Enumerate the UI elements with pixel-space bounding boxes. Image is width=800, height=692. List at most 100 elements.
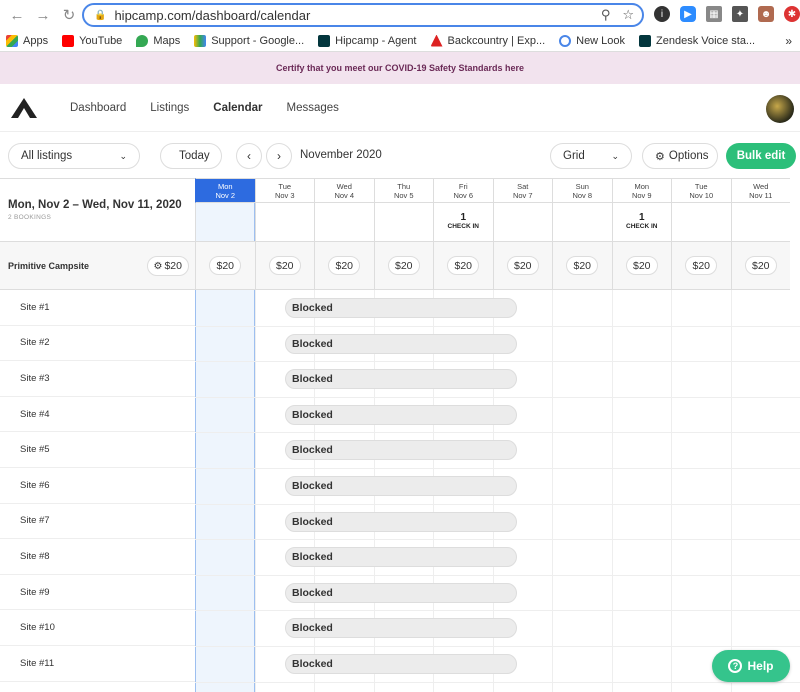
- day-price[interactable]: $20: [685, 256, 718, 275]
- zoom-extension-icon[interactable]: ▶: [680, 6, 696, 22]
- blocked-bar[interactable]: Blocked: [285, 369, 517, 390]
- blocked-bar[interactable]: Blocked: [285, 440, 517, 461]
- day-price[interactable]: $20: [328, 256, 361, 275]
- day-price-cell: $20: [492, 242, 552, 290]
- chevron-down-icon: ⌄: [611, 150, 619, 161]
- blocked-bar[interactable]: Blocked: [285, 333, 517, 354]
- day-price[interactable]: $20: [625, 256, 658, 275]
- bookmark-label: Apps: [23, 34, 49, 47]
- covid-banner[interactable]: Certify that you meet our COVID-19 Safet…: [0, 52, 800, 84]
- blocked-bar[interactable]: Blocked: [285, 547, 517, 568]
- day-summary-cell[interactable]: [314, 203, 374, 242]
- hipcamp-logo-icon[interactable]: [10, 96, 38, 120]
- next-week-button[interactable]: ›: [266, 143, 292, 169]
- bookmark-youtube[interactable]: YouTube: [62, 34, 122, 47]
- nav-listings[interactable]: Listings: [150, 102, 189, 114]
- day-date: Nov 3: [274, 191, 295, 200]
- day-of-week: Sun: [575, 182, 589, 191]
- date-range-header: Mon, Nov 2 – Wed, Nov 11, 2020 2 BOOKING…: [0, 178, 195, 242]
- day-price[interactable]: $20: [209, 256, 242, 275]
- blocked-bar[interactable]: Blocked: [285, 582, 517, 603]
- bookmark-zendesk-voice[interactable]: Zendesk Voice sta...: [639, 34, 756, 47]
- day-header: Tue Nov 3: [254, 178, 314, 203]
- day-summary-cell[interactable]: [730, 203, 790, 242]
- site-row-label: Site #7: [0, 504, 195, 540]
- info-extension-icon[interactable]: i: [654, 6, 670, 22]
- day-of-week: Tue: [278, 182, 292, 191]
- day-date: Nov 11: [749, 191, 773, 200]
- chevron-down-icon: ⌄: [119, 150, 127, 161]
- bookmark-backcountry[interactable]: Backcountry | Exp...: [430, 34, 545, 47]
- blocked-bar[interactable]: Blocked: [285, 618, 517, 639]
- bookmark-label: Support - Google...: [211, 34, 305, 47]
- campsite-price-button[interactable]: ⚙ $20: [146, 256, 189, 276]
- user-avatar[interactable]: [766, 95, 794, 123]
- campsite-row: Primitive Campsite ⚙ $20: [0, 242, 195, 290]
- bulk-edit-button[interactable]: Bulk edit: [726, 143, 796, 169]
- view-select[interactable]: Grid ⌄: [550, 143, 632, 169]
- zoom-icon[interactable]: ⚲: [601, 7, 611, 23]
- grid-extension-icon[interactable]: ▦: [706, 6, 722, 22]
- maps-icon: [136, 34, 149, 47]
- address-bar[interactable]: 🔒 hipcamp.com/dashboard/calendar ⚲ ☆: [82, 3, 644, 27]
- blocked-bar[interactable]: Blocked: [285, 298, 517, 318]
- day-date: Nov 10: [689, 191, 714, 200]
- campsite-base-price: $20: [164, 260, 182, 272]
- drive-icon: [194, 34, 207, 47]
- zendesk-icon: [639, 34, 652, 47]
- site-column: Mon, Nov 2 – Wed, Nov 11, 2020 2 BOOKING…: [0, 178, 195, 682]
- bookmark-apps[interactable]: Apps: [6, 34, 49, 47]
- profile-avatar-icon[interactable]: ☻: [758, 6, 774, 22]
- prev-week-button[interactable]: ‹: [236, 143, 262, 169]
- bookmark-maps[interactable]: Maps: [136, 34, 180, 47]
- day-price[interactable]: $20: [447, 256, 480, 275]
- bookmark-label: Zendesk Voice sta...: [656, 34, 756, 47]
- bookings-count: 2 BOOKINGS: [8, 214, 52, 221]
- backcountry-icon: [430, 34, 443, 47]
- options-button[interactable]: ⚙ Options: [642, 143, 718, 169]
- lock-icon: 🔒: [94, 9, 107, 21]
- day-summary-cell[interactable]: 1 CHECK IN: [433, 203, 493, 242]
- more-bookmarks-icon[interactable]: »: [785, 34, 792, 48]
- day-price[interactable]: $20: [387, 256, 420, 275]
- nav-dashboard[interactable]: Dashboard: [70, 102, 126, 114]
- zendesk-icon: [318, 34, 331, 47]
- blocked-bar[interactable]: Blocked: [285, 654, 517, 674]
- site-row-label: Site #10: [0, 610, 195, 646]
- checkin-count: 1: [460, 212, 467, 223]
- nav-calendar[interactable]: Calendar: [213, 102, 262, 114]
- listings-select[interactable]: All listings ⌄: [8, 143, 140, 169]
- today-button[interactable]: Today: [160, 143, 222, 169]
- bookmark-new-look[interactable]: New Look: [559, 34, 625, 47]
- day-of-week: Mon: [634, 182, 650, 191]
- blocked-bar[interactable]: Blocked: [285, 476, 517, 496]
- column-divider: [611, 290, 613, 692]
- day-summary-cell[interactable]: [195, 203, 255, 242]
- day-summary-cell[interactable]: [552, 203, 612, 242]
- blocked-bar[interactable]: Blocked: [285, 511, 517, 532]
- bookmark-support[interactable]: Support - Google...: [194, 34, 305, 47]
- star-icon[interactable]: ☆: [622, 7, 634, 23]
- nav-messages[interactable]: Messages: [286, 102, 338, 114]
- day-summary-cell[interactable]: [373, 203, 433, 242]
- red-extension-icon[interactable]: ✱: [784, 6, 800, 22]
- bookmark-hipcamp-agent[interactable]: Hipcamp - Agent: [318, 34, 417, 47]
- back-icon[interactable]: ←: [6, 4, 28, 26]
- day-summary-cell[interactable]: [671, 203, 731, 242]
- day-price[interactable]: $20: [268, 256, 301, 275]
- site-row-label: Site #8: [0, 539, 195, 575]
- day-price[interactable]: $20: [744, 256, 777, 275]
- day-price[interactable]: $20: [566, 256, 599, 275]
- month-label: November 2020: [300, 149, 382, 161]
- forward-icon[interactable]: →: [32, 4, 54, 26]
- day-summary-cell[interactable]: 1 CHECK IN: [611, 203, 671, 242]
- puzzle-extension-icon[interactable]: ✦: [732, 6, 748, 22]
- day-summary-cell[interactable]: [492, 203, 552, 242]
- row-divider: [195, 681, 800, 683]
- day-summary-cell[interactable]: [254, 203, 314, 242]
- day-price[interactable]: $20: [506, 256, 539, 275]
- help-button[interactable]: ? Help: [712, 650, 790, 682]
- checkin-label: CHECK IN: [447, 223, 479, 230]
- blocked-bar[interactable]: Blocked: [285, 404, 517, 425]
- reload-icon[interactable]: ↻: [58, 4, 80, 26]
